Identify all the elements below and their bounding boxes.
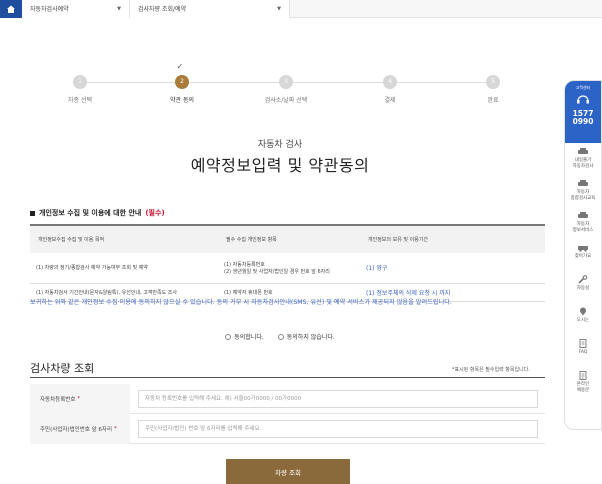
items-cell: (1) 자동차등록번호 (2) 생년월일 및 사업자/법인일 경우 번호 앞 6… xyxy=(218,253,360,284)
table-row: (1) 차량의 정기/종합검사 예약 가능여부 조회 및 예약 (1) 자동차등… xyxy=(30,253,545,284)
map-icon xyxy=(580,307,586,316)
doc-icon xyxy=(579,371,587,380)
home-button[interactable] xyxy=(0,0,22,18)
quick-item-label: FAQ xyxy=(578,350,588,355)
step-label: 결제 xyxy=(384,97,396,104)
radio-circle-icon[interactable] xyxy=(225,333,232,340)
page-title: 예약정보입력 및 약관동의 xyxy=(190,156,370,175)
chevron-down-icon: ▼ xyxy=(117,5,121,12)
step-number: 2 xyxy=(175,75,189,89)
consent-notice: 보귀하는 위와 같은 개인정보 수집·이용에 동의하지 않으실 수 있습니다. … xyxy=(30,299,452,306)
step-label: 완료 xyxy=(487,97,499,104)
required-star: * xyxy=(77,395,81,402)
privacy-heading-text: 개인정보 수집 및 이용에 대한 안내 xyxy=(39,209,142,217)
page-subtitle: 자동차 검사 xyxy=(257,140,303,150)
car-icon xyxy=(578,212,588,218)
vehicle-lookup-button[interactable]: 차량 조회 xyxy=(226,459,350,484)
items-line: (2) 생년월일 및 사업자/법인일 경우 번호 앞 6자리 xyxy=(224,268,330,275)
lookup-title: 검사차량 조회 xyxy=(30,362,95,375)
disagree-radio[interactable]: 동의하지 않습니다. xyxy=(277,332,335,341)
quick-item-label: 채용문 xyxy=(576,387,590,393)
quick-menu: 고객센터 1577 0990 내일출기 자동차검사 자동차 종합검사교육 자동차… xyxy=(564,80,602,430)
items-line: (1) 자동차등록번호 xyxy=(224,261,265,268)
required-tag: (필수) xyxy=(145,209,165,217)
home-icon xyxy=(7,5,15,13)
table-header-row: 개인정보수집 수집 및 이용 목적 필수 수집 개인정보 항목 개인정보의 보유… xyxy=(30,224,545,253)
step-label: 검사소/날짜 선택 xyxy=(264,97,308,104)
quick-item-3[interactable]: 자동차 정보서비스 xyxy=(565,207,601,239)
divider xyxy=(30,377,545,378)
breadcrumb-label-2: 검사차량 조회/예약 xyxy=(138,6,187,13)
customer-center-call[interactable]: 고객센터 1577 0990 xyxy=(565,81,601,143)
quick-item-label: 종합검사교육 xyxy=(570,195,596,201)
call-number-2: 0990 xyxy=(572,117,594,126)
faq-icon xyxy=(579,339,587,348)
vehicle-number-label-text: 자동차등록번호 xyxy=(40,396,76,403)
step-label: 차종 선택 xyxy=(68,97,92,104)
quick-item-label: 정보서비스 xyxy=(572,227,594,233)
step-4: 4 결제 xyxy=(350,75,430,104)
breadcrumb-dropdown-2[interactable]: 검사차량 조회/예약 ▼ xyxy=(130,0,290,18)
step-number: 4 xyxy=(383,75,397,89)
quick-item-label: 오시는 xyxy=(576,318,590,323)
id-number-label-text: 주민(사업자)법인번호 앞 6자리 xyxy=(40,426,113,433)
current-step-check-icon: ✓ xyxy=(176,62,184,71)
quick-item-7[interactable]: FAQ xyxy=(565,335,601,367)
step-5: 5 완료 xyxy=(453,75,533,104)
quick-item-5[interactable]: 자동실 xyxy=(565,271,601,303)
quick-item-label: 자동실 xyxy=(576,286,590,291)
quick-item-4[interactable]: 찾아가요 xyxy=(565,239,601,271)
breadcrumb-dropdown-1[interactable]: 자동차검사예약 ▼ xyxy=(22,0,130,18)
headset-icon xyxy=(577,95,589,104)
step-1: 1 차종 선택 xyxy=(40,75,120,104)
privacy-table: 개인정보수집 수집 및 이용 목적 필수 수집 개인정보 항목 개인정보의 보유… xyxy=(30,224,545,302)
vehicle-number-label: 자동차등록번호 * xyxy=(30,383,130,414)
id-number-label: 주민(사업자)법인번호 앞 6자리 * xyxy=(30,413,130,444)
step-2: 2 약관 동의 xyxy=(142,75,222,104)
quick-item-2[interactable]: 자동차 종합검사교육 xyxy=(565,175,601,207)
car-icon xyxy=(578,246,588,252)
car-icon xyxy=(578,148,588,154)
table-header-cell: 개인정보의 보유 및 이용기간 xyxy=(360,224,545,253)
step-number: 3 xyxy=(279,75,293,89)
quick-item-6[interactable]: 오시는 xyxy=(565,303,601,335)
agree-label[interactable]: 동의합니다. xyxy=(234,332,264,341)
required-star: * xyxy=(114,425,117,432)
table-header-cell: 필수 수집 개인정보 항목 xyxy=(218,224,360,253)
disagree-label[interactable]: 동의하지 않습니다. xyxy=(287,332,335,341)
vehicle-number-row: 자동차등록번호 * xyxy=(30,383,545,414)
required-field-note: *표시된 항목은 필수입력 항목입니다. xyxy=(452,367,530,373)
table-header-cell: 개인정보수집 수집 및 이용 목적 xyxy=(30,224,218,253)
step-number: 1 xyxy=(73,75,87,89)
car-icon xyxy=(578,180,588,186)
step-3: 3 검사소/날짜 선택 xyxy=(246,75,326,104)
period-cell: (1) 영구 xyxy=(360,253,545,284)
purpose-cell: (1) 차량의 정기/종합검사 예약 가능여부 조회 및 예약 xyxy=(30,253,218,284)
chevron-down-icon: ▼ xyxy=(277,5,281,12)
privacy-section-heading: 개인정보 수집 및 이용에 대한 안내 (필수) xyxy=(30,208,165,218)
step-number: 5 xyxy=(486,75,500,89)
agree-radio[interactable]: 동의합니다. xyxy=(225,332,264,341)
consent-radio-group: 동의합니다. 동의하지 않습니다. xyxy=(0,332,560,341)
call-caption: 고객센터 xyxy=(575,85,591,90)
id-number-row: 주민(사업자)법인번호 앞 6자리 * xyxy=(30,413,545,444)
quick-item-label: 찾아가요 xyxy=(574,254,592,259)
top-breadcrumb-bar: 자동차검사예약 ▼ 검사차량 조회/예약 ▼ xyxy=(0,0,602,18)
id-number-input[interactable] xyxy=(138,419,538,438)
radio-circle-icon[interactable] xyxy=(277,333,284,340)
progress-stepper: ✓ 1 차종 선택 2 약관 동의 3 검사소/날짜 선택 4 결제 5 완료 xyxy=(50,60,520,120)
quick-item-label: 자동차검사 xyxy=(572,163,594,169)
square-bullet-icon xyxy=(30,210,35,216)
quick-item-8[interactable]: 온라인 채용문 xyxy=(565,367,601,399)
step-label: 약관 동의 xyxy=(170,97,194,104)
breadcrumb-label-1: 자동차검사예약 xyxy=(30,6,69,13)
quick-item-1[interactable]: 내일출기 자동차검사 xyxy=(565,143,601,175)
vehicle-number-input[interactable] xyxy=(138,389,538,408)
wrench-icon xyxy=(578,275,588,284)
